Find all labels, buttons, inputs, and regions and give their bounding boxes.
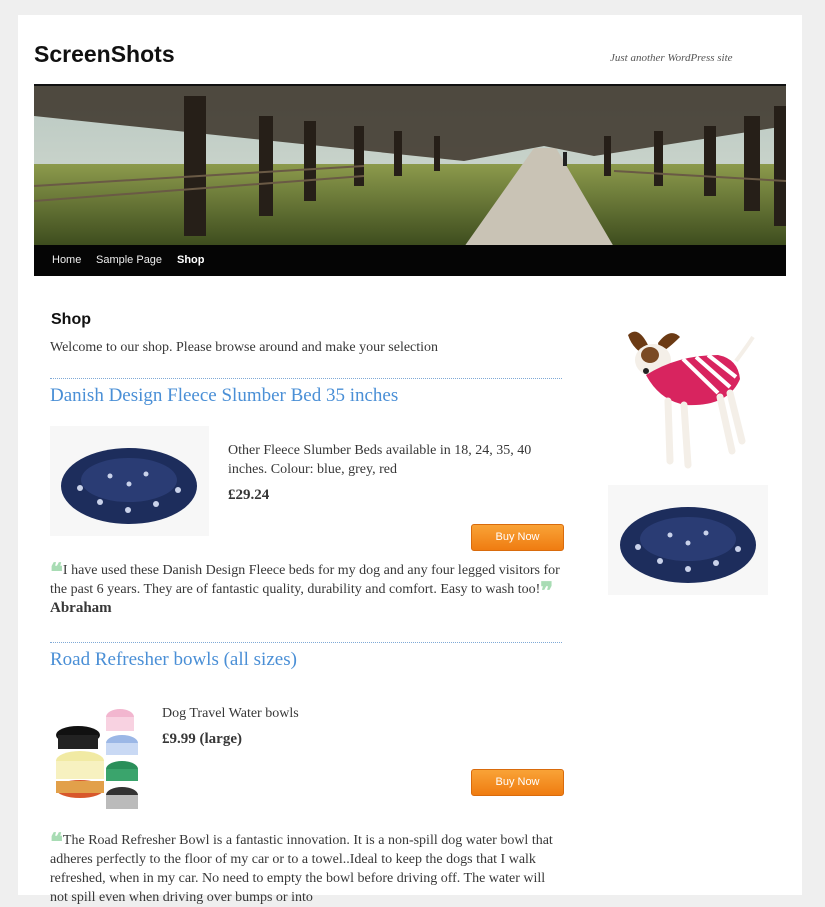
- testimonial: ❝I have used these Danish Design Fleece …: [50, 560, 562, 618]
- product-title[interactable]: Danish Design Fleece Slumber Bed 35 inch…: [50, 385, 398, 407]
- product-image-water-bowls[interactable]: [50, 699, 148, 819]
- buy-now-button[interactable]: Buy Now: [471, 769, 564, 796]
- sidebar-image-slumber-bed[interactable]: [608, 485, 768, 595]
- header-image[interactable]: [34, 84, 786, 247]
- main-navigation: Home Sample Page Shop: [34, 245, 786, 276]
- page-title: Shop: [51, 311, 91, 328]
- product-image-slumber-bed[interactable]: [50, 426, 209, 536]
- testimonial: ❝The Road Refresher Bowl is a fantastic …: [50, 830, 562, 907]
- site-description: Just another WordPress site: [610, 52, 733, 64]
- intro-text: Welcome to our shop. Please browse aroun…: [50, 340, 439, 355]
- testimonial-text: I have used these Danish Design Fleece b…: [50, 563, 560, 597]
- sidebar-image-dog-jumper[interactable]: [608, 315, 768, 475]
- buy-now-button[interactable]: Buy Now: [471, 524, 564, 551]
- nav-item-shop[interactable]: Shop: [177, 254, 205, 266]
- site-title[interactable]: ScreenShots: [34, 41, 175, 68]
- nav-item-home[interactable]: Home: [52, 254, 81, 266]
- product-title[interactable]: Road Refresher bowls (all sizes): [50, 649, 297, 671]
- testimonial-text: The Road Refresher Bowl is a fantastic i…: [50, 833, 553, 905]
- testimonial-author: Abraham: [50, 600, 112, 616]
- divider: [50, 642, 562, 643]
- product-price: £29.24: [228, 487, 270, 503]
- page-container: ScreenShots Just another WordPress site: [18, 15, 802, 905]
- divider: [50, 378, 562, 379]
- nav-item-sample-page[interactable]: Sample Page: [96, 254, 162, 266]
- product-description: Other Fleece Slumber Beds available in 1…: [228, 443, 532, 477]
- product-description: Dog Travel Water bowls: [162, 706, 299, 721]
- close-quote-icon: ❞: [540, 576, 554, 605]
- product-price: £9.99 (large): [162, 731, 242, 747]
